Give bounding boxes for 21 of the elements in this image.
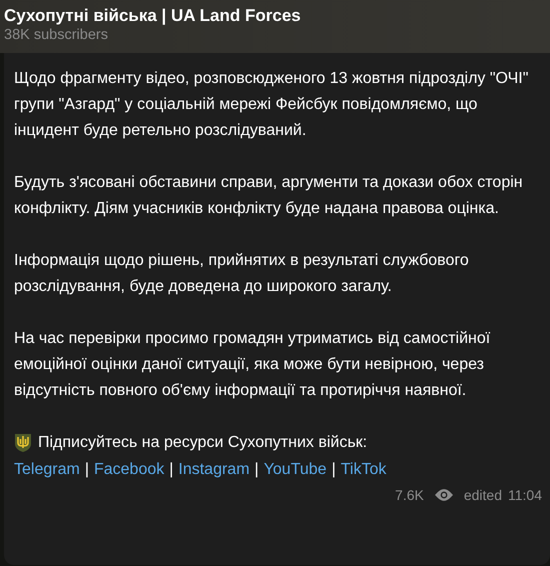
message-time: 11:04 <box>508 487 542 503</box>
message-paragraph: Щодо фрагменту відео, розповсюдженого 13 жовтня підрозділу "ОЧІ" групи "Азгард" у соціальній мережі Фейсбук повідомляємо, що інцидент буде ретельно розслідуваний. <box>14 69 530 141</box>
social-link[interactable]: Telegram <box>14 461 80 478</box>
link-separator: | <box>332 461 336 478</box>
social-link[interactable]: YouTube <box>264 461 327 478</box>
link-separator: | <box>169 461 174 478</box>
subscriber-count: 38K subscribers <box>4 27 109 44</box>
social-link[interactable]: Facebook <box>94 461 164 478</box>
social-link[interactable]: TikTok <box>340 461 386 478</box>
message-paragraph: На час перевірки просимо громадян утриматись від самостійної емоційної оцінки даної ситуації, яка може бути невірною, через відсутність повного об'єму інформації та протиріччя наявної. <box>14 329 492 401</box>
edited-label: edited <box>464 487 502 503</box>
view-count: 7.6K <box>395 487 424 503</box>
social-link[interactable]: Instagram <box>178 461 250 478</box>
link-separator: | <box>254 461 259 478</box>
trident-emblem-icon <box>14 433 32 453</box>
eye-icon <box>434 488 454 502</box>
message-paragraph: Інформація щодо рішень, прийнятих в результаті службового розслідування, буде доведена до широкого загалу. <box>14 251 470 297</box>
subscribe-text: Підписуйтесь на ресурси Сухопутних військ: <box>38 433 368 453</box>
link-separator: | <box>84 461 89 478</box>
channel-title[interactable]: Сухопутні війська | UA Land Forces <box>4 5 550 27</box>
message-paragraph: Будуть з'ясовані обставини справи, аргументи та докази обох сторін конфлікту. Діям учасників конфлікту буде надана правова оцінка. <box>14 173 524 219</box>
